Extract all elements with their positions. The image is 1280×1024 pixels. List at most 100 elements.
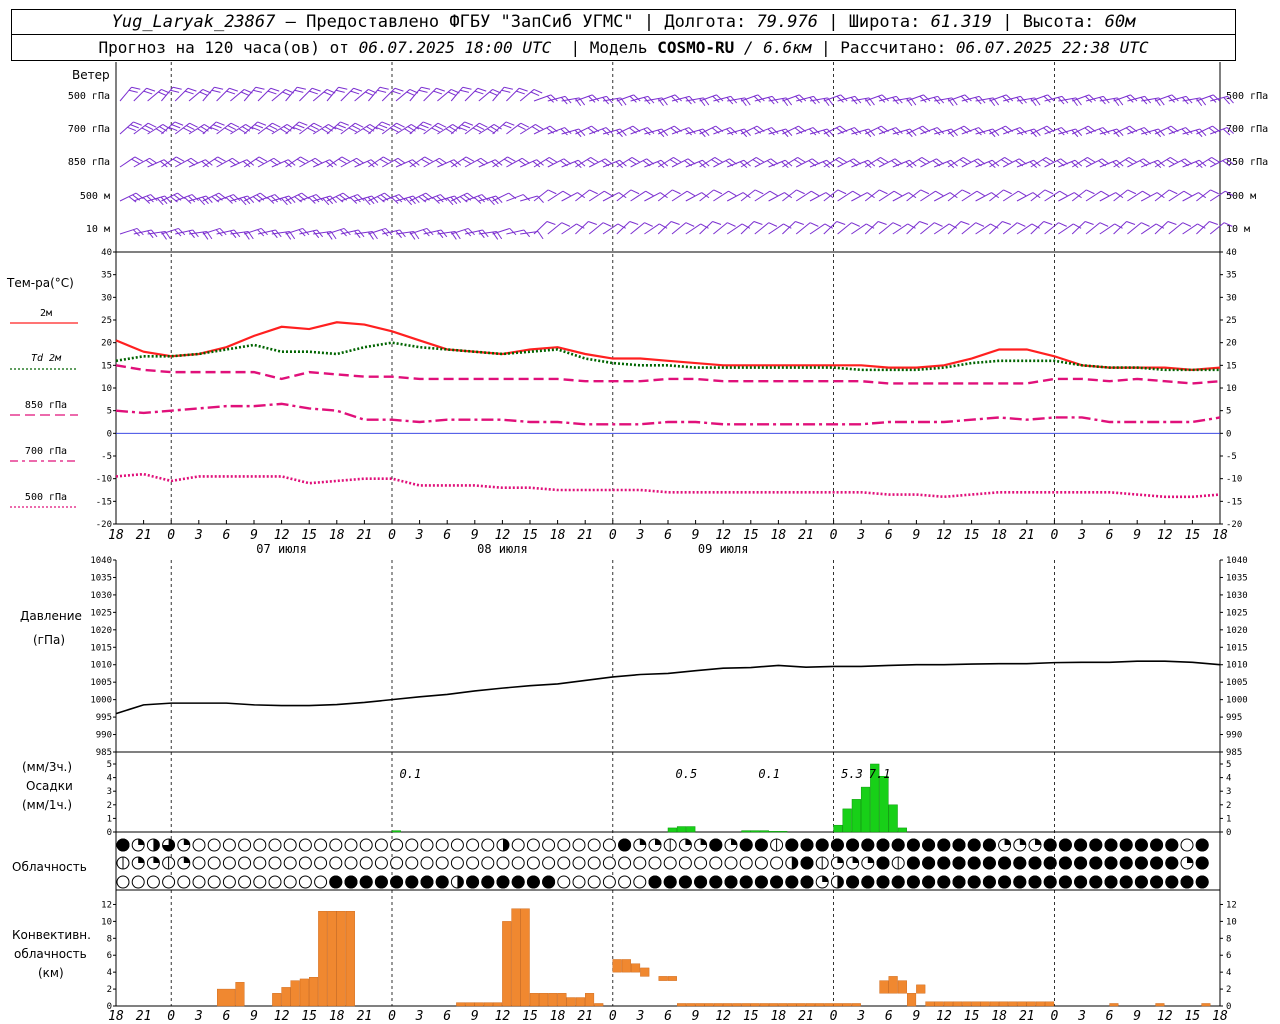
precip-bar [391, 830, 401, 833]
cloud-fill [1195, 838, 1209, 852]
barb-feather [836, 221, 846, 225]
barb-staff [1071, 125, 1089, 135]
cloud-quarter [655, 839, 661, 845]
barb-staff [368, 156, 384, 168]
barb-feather [1084, 221, 1094, 225]
cloud-symbol [770, 838, 784, 852]
wind-level-label: 500 м [80, 191, 110, 202]
wind-barb [533, 125, 558, 135]
cloud-symbol [678, 875, 692, 889]
barb-staff [920, 158, 937, 168]
cloud-fill [1043, 838, 1057, 852]
conv-ytick-label: 12 [101, 900, 112, 910]
cloud-symbol [253, 838, 267, 852]
barb-feather [546, 221, 556, 225]
barb-staff [299, 157, 316, 168]
cloud-fill [967, 856, 981, 870]
conv-ytick-label-right: 8 [1226, 934, 1231, 944]
conv-bar [897, 980, 907, 994]
cloud-symbol [937, 856, 951, 870]
cloud-fill [1165, 856, 1179, 870]
time-tick-label: 12 [274, 528, 290, 543]
barb-feather [795, 221, 804, 225]
precip-bar [759, 830, 769, 833]
wind-barb [464, 157, 489, 168]
time-tick-label: 3 [1077, 528, 1086, 543]
cloud-circle [314, 875, 328, 889]
cloud-fill [1104, 856, 1118, 870]
cloud-fill [906, 856, 920, 870]
wind-barb [602, 128, 627, 138]
cloud-fill [1119, 838, 1133, 852]
cloud-circle [222, 856, 236, 870]
cloud-fill [1104, 838, 1118, 852]
time-tick-label: 6 [443, 528, 451, 543]
barb-staff [575, 125, 592, 135]
wind-barb [947, 221, 970, 235]
cloud-half [503, 839, 509, 851]
wind-barb [1003, 95, 1027, 105]
wind-barb [133, 194, 158, 204]
pres-ytick-label: 1025 [90, 608, 112, 618]
time-tick-label-bottom: 6 [222, 1009, 230, 1024]
cloud-circle [557, 838, 571, 852]
wind-barb [1030, 94, 1055, 103]
cloud-symbol [1043, 856, 1057, 870]
time-tick-label-bottom: 12 [715, 1009, 731, 1024]
pres-ytick-label-right: 995 [1226, 713, 1242, 723]
cloud-symbol [283, 856, 297, 870]
conv-ytick-label: 4 [107, 968, 112, 978]
pres-ytick-label: 1005 [90, 678, 112, 688]
cloud-symbol [1165, 856, 1179, 870]
cloud-circle [268, 856, 282, 870]
cloud-symbol [496, 838, 510, 852]
wind-barb [1196, 221, 1218, 235]
cloud-symbol [374, 875, 388, 889]
cloud-quarter [153, 857, 160, 863]
conv-bar [1035, 1001, 1045, 1007]
cloud-symbol [633, 838, 647, 852]
conv-bar [216, 988, 236, 1007]
cloud-symbol [207, 838, 221, 852]
cloud-circle [678, 856, 692, 870]
cloud-circle [253, 875, 267, 889]
cloud-fill [1165, 875, 1179, 889]
barb-staff [989, 157, 1005, 168]
wind-barb [119, 192, 144, 203]
cloud-symbol [268, 838, 282, 852]
precip-bar [897, 827, 907, 833]
barb-feather [796, 189, 805, 195]
barb-staff [1196, 189, 1211, 202]
barb-staff [1113, 125, 1130, 135]
cloud-quarter [685, 839, 692, 845]
pres-ytick-label: 1035 [90, 573, 112, 583]
cloud-fill [937, 838, 951, 852]
cloud-symbol [633, 875, 647, 889]
cloud-symbol [587, 838, 601, 852]
wind-barb [809, 192, 834, 202]
cloud-fill [542, 875, 556, 889]
cloud-symbol [891, 838, 905, 852]
cloud-symbol [374, 838, 388, 852]
barb-staff [464, 87, 479, 102]
cloud-circle [344, 838, 358, 852]
cloud-symbol [602, 838, 616, 852]
barb-staff [381, 157, 399, 168]
cloud-symbol [222, 838, 236, 852]
cloud-symbol [146, 875, 160, 889]
conv-bar [594, 1003, 604, 1007]
wind-barb [1072, 94, 1096, 103]
barb-staff [989, 221, 1003, 235]
cloud-symbol [846, 856, 860, 870]
cloud-symbol [1028, 856, 1042, 870]
cloud-fill [1165, 838, 1179, 852]
barb-staff [1168, 158, 1186, 168]
cloud-symbol [770, 856, 784, 870]
cloud-symbol [329, 875, 343, 889]
cloud-symbol [754, 856, 768, 870]
temp-legend-label: 500 гПа [25, 492, 67, 503]
barb-feather [1210, 189, 1219, 195]
cloud-fill [967, 838, 981, 852]
wind-barb [630, 127, 655, 136]
wind-barb [520, 230, 544, 240]
